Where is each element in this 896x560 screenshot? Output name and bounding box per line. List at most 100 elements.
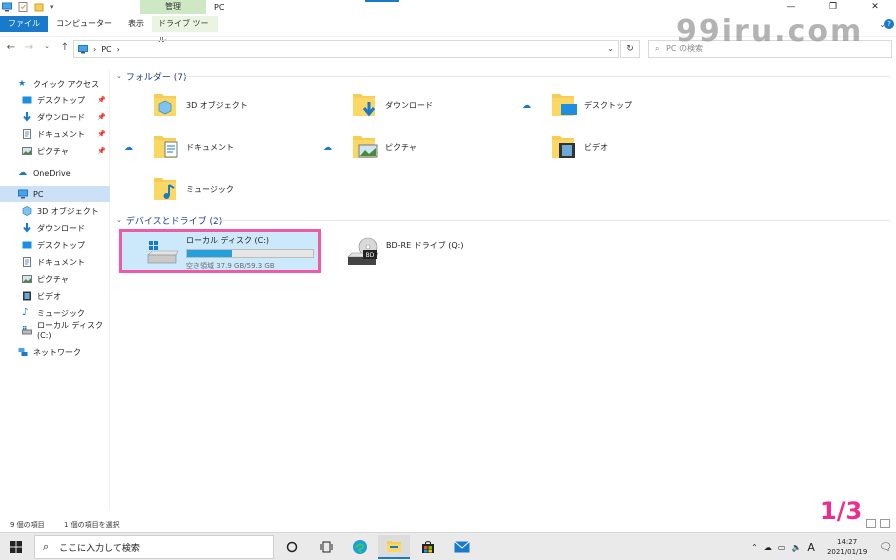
sidebar-item-videos[interactable]: ビデオ [0,288,110,304]
sidebar-item-pc[interactable]: PC [0,186,110,202]
watermark: 99iru.com [676,14,864,49]
pin-icon: 📌 [97,113,106,121]
tab-file[interactable]: ファイル [0,16,48,32]
sidebar-item-label: ネットワーク [33,347,81,357]
drive-local-disk-c[interactable]: ローカル ディスク (C:) 空き領域 37.9 GB/59.3 GB [146,235,314,271]
folder-icon [387,541,401,552]
taskbar-search-input[interactable]: ⌕ ここに入力して検索 [34,535,274,559]
folder-documents[interactable]: ドキュメント [152,132,234,162]
customize-qat-icon[interactable]: ▾ [50,3,54,11]
status-bar: 9 個の項目 1 個の項目を選択 [0,516,896,532]
start-button[interactable] [0,533,32,560]
sidebar-item-desktop-pc[interactable]: デスクトップ [0,237,110,253]
sidebar-item-onedrive[interactable]: ☁ OneDrive [0,165,110,181]
folder-label: ミュージック [186,184,234,194]
store-button[interactable] [412,535,444,559]
tab-drive-tools[interactable]: ドライブ ツール [152,16,218,44]
up-icon[interactable]: ↑ [60,42,70,53]
sidebar-item-label: ドキュメント [37,129,85,139]
breadcrumb-pc[interactable]: PC [101,45,111,54]
recent-chevron-icon[interactable]: ⌄ [42,42,52,53]
optical-drive-icon: BD [347,237,379,265]
cortana-button[interactable] [276,535,308,559]
sidebar-item-3d-objects[interactable]: 3D オブジェクト [0,203,110,219]
properties-icon[interactable] [18,2,28,12]
sidebar-item-pictures[interactable]: ピクチャ 📌 [0,143,110,159]
network-icon [18,348,28,356]
new-folder-icon[interactable] [34,2,44,12]
nav-buttons: ← → ⌄ ↑ [6,42,70,53]
devices-section-header[interactable]: ⌄ デバイスとドライブ (2) [116,213,222,227]
chevron-down-icon: ⌄ [116,72,122,80]
details-view-icon[interactable] [866,519,876,528]
forward-icon[interactable]: → [24,42,34,53]
bd-badge: BD [366,252,375,259]
context-group-label: 管理 [140,0,206,14]
folder-downloads[interactable]: ダウンロード [351,90,433,120]
mail-icon [454,541,470,553]
edge-button[interactable] [344,535,376,559]
volume-icon[interactable]: 🔈 [791,543,801,552]
computer-icon[interactable] [2,2,12,12]
folder-label: ダウンロード [385,100,433,110]
pin-icon: 📌 [97,130,106,138]
large-icons-view-icon[interactable] [880,519,890,528]
navigation-pane: ★ クイック アクセス デスクトップ 📌 ダウンロード 📌 ドキュメント 📌 ピ… [0,70,110,510]
drive-usage-fill [187,250,233,257]
minimize-button[interactable]: — [770,0,812,14]
network-tray-icon[interactable]: ▭ [778,543,786,552]
cloud-sync-icon: ☁ [124,143,133,153]
clock[interactable]: 14:27 2021/01/19 [827,537,867,557]
folder-3d-objects[interactable]: 3D オブジェクト [152,90,248,120]
folder-label: ピクチャ [385,142,417,152]
notification-icon[interactable]: 🗨 [879,542,892,553]
sidebar-item-label: ドキュメント [37,257,85,267]
tab-view[interactable]: 表示 [120,16,152,32]
title-accent [365,0,399,2]
sidebar-item-label: ピクチャ [37,146,69,156]
search-icon: ⌕ [655,44,660,53]
drive-label: BD-RE ドライブ (Q:) [386,241,464,250]
drive-bd-re-q[interactable]: BD BD-RE ドライブ (Q:) [346,237,463,267]
sidebar-item-downloads[interactable]: ダウンロード 📌 [0,109,110,125]
tab-computer[interactable]: コンピューター [48,16,120,32]
desktop-icon [552,94,577,116]
system-tray: ⌃ ☁ ▭ 🔈 A 14:27 2021/01/19 🗨 [751,533,896,560]
section-divider [216,220,890,221]
sidebar-item-label: ピクチャ [37,274,69,284]
refresh-button[interactable]: ↻ [620,40,640,58]
folder-videos[interactable]: ビデオ [550,132,608,162]
ime-indicator[interactable]: A [807,541,815,554]
chevron-up-icon[interactable]: ⌃ [751,543,758,552]
folders-section-header[interactable]: ⌄ フォルダー (7) [116,69,187,83]
sidebar-item-pictures-pc[interactable]: ピクチャ [0,271,110,287]
back-icon[interactable]: ← [6,42,16,53]
help-icon[interactable]: ? [884,19,894,29]
sidebar-item-label: OneDrive [33,168,71,178]
address-dropdown-icon[interactable]: ⌄ [607,44,614,53]
sidebar-item-downloads-pc[interactable]: ダウンロード [0,220,110,236]
close-button[interactable]: ✕ [854,0,896,14]
address-bar[interactable]: › PC › ⌄ [73,40,619,58]
sidebar-item-documents[interactable]: ドキュメント 📌 [0,126,110,142]
folder-desktop[interactable]: デスクトップ [550,90,632,120]
folder-music[interactable]: ミュージック [152,174,234,204]
maximize-button[interactable]: ❐ [812,0,854,14]
breadcrumb-separator-icon[interactable]: › [117,45,120,54]
mail-button[interactable] [446,535,478,559]
file-explorer-button[interactable] [378,535,410,559]
selection-count: 1 個の項目を選択 [64,521,120,529]
sidebar-item-documents-pc[interactable]: ドキュメント [0,254,110,270]
section-divider [184,76,890,77]
section-title: フォルダー (7) [125,72,187,83]
cloud-sync-icon: ☁ [323,143,332,153]
onedrive-tray-icon[interactable]: ☁ [764,543,772,552]
pin-icon: 📌 [97,147,106,155]
sidebar-item-local-disk[interactable]: ローカル ディスク (C:) [0,321,110,340]
folder-pictures[interactable]: ピクチャ [351,132,417,162]
sidebar-item-network[interactable]: ネットワーク [0,344,110,360]
task-view-button[interactable] [310,535,342,559]
sidebar-item-desktop[interactable]: デスクトップ 📌 [0,92,110,108]
sidebar-item-quick-access[interactable]: ★ クイック アクセス [0,76,110,92]
sidebar-item-music[interactable]: ♪ ミュージック [0,305,110,321]
